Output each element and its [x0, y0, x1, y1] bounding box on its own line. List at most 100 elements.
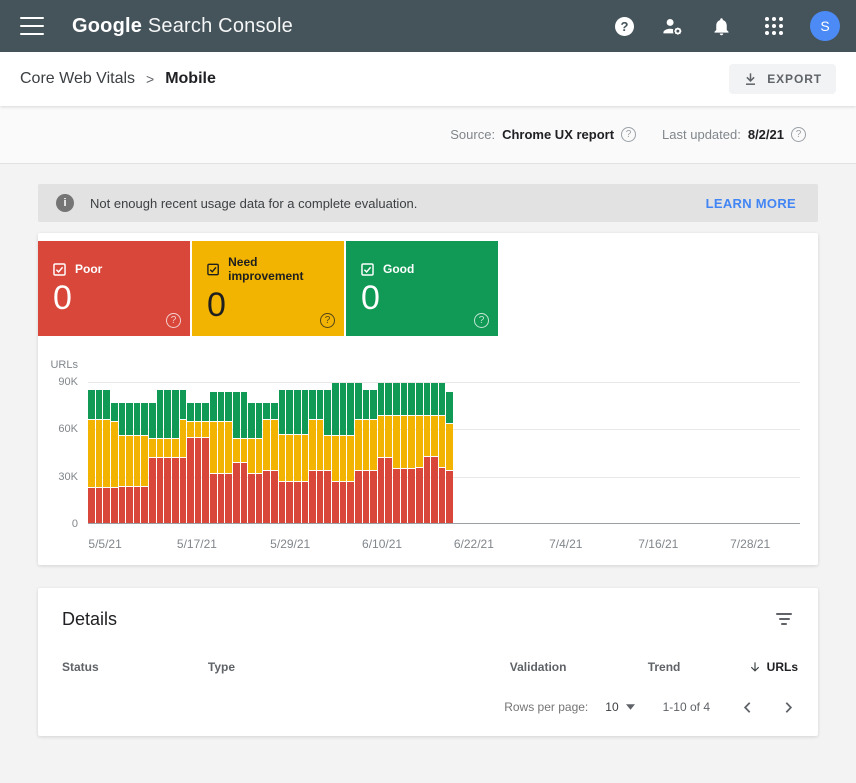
rows-per-page-select[interactable]: 10 — [605, 700, 634, 714]
dropdown-caret-icon — [626, 704, 635, 710]
app-title-search-console: Search Console — [142, 15, 293, 37]
help-icon[interactable]: ? — [615, 17, 634, 36]
notifications-bell-icon[interactable] — [711, 16, 732, 37]
stacked-bar — [210, 381, 217, 523]
stacked-bar — [157, 381, 164, 523]
bar-segment-need-improvement — [408, 416, 415, 470]
apps-grid-icon[interactable] — [765, 17, 783, 35]
stacked-bar — [141, 381, 148, 523]
bar-segment-poor — [164, 458, 171, 523]
bar-segment-need-improvement — [164, 439, 171, 458]
bar-segment-need-improvement — [187, 422, 194, 438]
bar-segment-need-improvement — [233, 439, 240, 463]
bar-segment-good — [233, 392, 240, 439]
bar-segment-poor — [317, 471, 324, 523]
bar-segment-poor — [385, 458, 392, 523]
bar-segment-poor — [340, 482, 347, 523]
details-header: Details — [38, 606, 818, 632]
summary-card-need-improvement[interactable]: Need improvement0? — [192, 241, 344, 336]
bar-segment-need-improvement — [103, 420, 110, 488]
bar-segment-good — [96, 390, 103, 420]
next-page-button[interactable] — [779, 698, 798, 717]
bar-segment-poor — [439, 468, 446, 523]
table-header-row: StatusTypeValidationTrendURLs — [38, 650, 818, 684]
info-icon: i — [56, 194, 74, 212]
bar-segment-need-improvement — [241, 439, 248, 463]
bar-segment-good — [431, 383, 438, 416]
bar-segment-need-improvement — [302, 435, 309, 482]
bar-segment-good — [126, 403, 133, 436]
summary-card-help-icon[interactable]: ? — [320, 313, 335, 328]
column-header-status[interactable]: Status — [62, 660, 208, 674]
filter-list-icon[interactable] — [774, 609, 794, 629]
checked-checkbox-icon — [207, 263, 219, 276]
bar-segment-good — [408, 383, 415, 416]
learn-more-link[interactable]: LEARN MORE — [706, 196, 800, 211]
stacked-bar — [225, 381, 232, 523]
bar-segment-poor — [324, 471, 331, 523]
export-label: EXPORT — [767, 72, 822, 86]
bar-segment-need-improvement — [370, 420, 377, 470]
summary-card-help-icon[interactable]: ? — [474, 313, 489, 328]
column-header-urls[interactable]: URLs — [748, 660, 798, 674]
last-updated-help-icon[interactable]: ? — [791, 127, 806, 142]
bar-segment-poor — [309, 471, 316, 523]
column-header-validation[interactable]: Validation — [510, 660, 648, 674]
hamburger-menu-icon[interactable] — [20, 17, 44, 35]
bar-segment-good — [385, 383, 392, 416]
bar-segment-good — [347, 383, 354, 437]
stacked-bar — [119, 381, 126, 523]
x-tick-label: 5/5/21 — [88, 537, 121, 551]
x-axis-baseline — [88, 523, 800, 524]
stacked-bar — [347, 381, 354, 523]
stacked-bar — [439, 381, 446, 523]
bar-segment-need-improvement — [279, 435, 286, 482]
stacked-bar — [408, 381, 415, 523]
stacked-bar — [302, 381, 309, 523]
bar-segment-need-improvement — [431, 416, 438, 457]
bar-segment-good — [363, 390, 370, 420]
y-tick-label: 90K — [58, 376, 88, 388]
summary-card-value: 0 — [207, 288, 329, 322]
stacked-bar — [218, 381, 225, 523]
bar-segment-need-improvement — [225, 422, 232, 474]
bar-segment-need-improvement — [149, 439, 156, 458]
bar-segment-need-improvement — [385, 416, 392, 459]
bar-segment-poor — [431, 457, 438, 523]
stacked-bar — [294, 381, 301, 523]
bar-segment-poor — [241, 463, 248, 523]
bar-segment-poor — [172, 458, 179, 523]
source-help-icon[interactable]: ? — [621, 127, 636, 142]
column-header-type[interactable]: Type — [208, 660, 510, 674]
chart-card: Poor0?Need improvement0?Good0? URLs 90K6… — [38, 233, 818, 565]
summary-card-good[interactable]: Good0? — [346, 241, 498, 336]
summary-card-help-icon[interactable]: ? — [166, 313, 181, 328]
stacked-bar — [431, 381, 438, 523]
bar-segment-good — [195, 403, 202, 422]
stacked-bar — [202, 381, 209, 523]
bar-segment-poor — [180, 458, 187, 523]
bar-segment-need-improvement — [256, 439, 263, 474]
bar-segment-poor — [202, 438, 209, 523]
export-button[interactable]: EXPORT — [729, 64, 836, 94]
bar-segment-good — [401, 383, 408, 416]
bar-segment-need-improvement — [202, 422, 209, 438]
bar-segment-poor — [424, 457, 431, 523]
bar-segment-need-improvement — [119, 436, 126, 486]
bar-segment-poor — [401, 469, 408, 523]
user-settings-icon[interactable] — [661, 15, 684, 38]
help-glyph: ? — [615, 17, 634, 36]
breadcrumb-core-web-vitals[interactable]: Core Web Vitals — [20, 70, 135, 88]
x-tick-label: 6/10/21 — [362, 537, 402, 551]
bar-segment-good — [378, 383, 385, 416]
bar-segment-poor — [96, 488, 103, 523]
summary-card-poor[interactable]: Poor0? — [38, 241, 190, 336]
bar-segment-poor — [225, 474, 232, 523]
bar-segment-poor — [286, 482, 293, 523]
bar-segment-need-improvement — [363, 420, 370, 470]
avatar[interactable]: S — [810, 11, 840, 41]
bars-region — [88, 381, 453, 523]
previous-page-button[interactable] — [738, 698, 757, 717]
bar-segment-need-improvement — [96, 420, 103, 488]
column-header-trend[interactable]: Trend — [648, 660, 748, 674]
